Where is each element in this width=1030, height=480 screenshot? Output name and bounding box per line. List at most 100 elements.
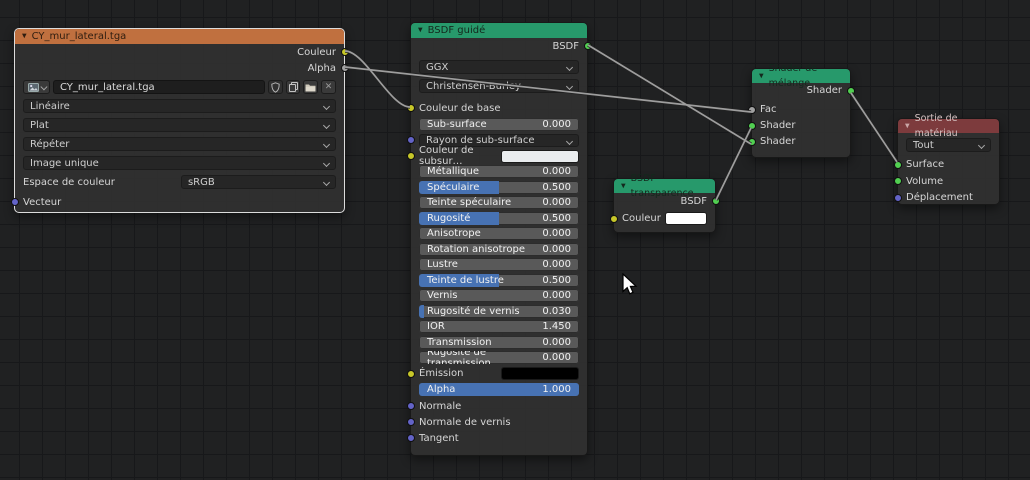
socket-input-volume[interactable] <box>894 177 902 185</box>
duplicate-image-button[interactable] <box>286 80 300 94</box>
slider-value: 0.000 <box>542 166 579 177</box>
socket-normal[interactable] <box>407 402 415 410</box>
node-editor-canvas[interactable]: ▼ CY_mur_lateral.tga Couleur Alpha CY_mu… <box>0 0 1030 480</box>
node-output-header[interactable]: ▼ Sortie de matériau <box>898 119 999 133</box>
subsurface-method-value: Christensen-Burley <box>426 81 521 92</box>
slider-label: Métallique <box>419 166 542 177</box>
interpolation-value: Linéaire <box>30 101 70 112</box>
colorspace-dropdown[interactable]: sRGB <box>181 175 336 189</box>
metallic-slider[interactable]: Métallique0.000 <box>419 165 579 178</box>
socket-input-surface[interactable] <box>894 161 902 169</box>
socket-subsurface-radius[interactable] <box>407 136 415 144</box>
slider-label: Vernis <box>419 290 542 301</box>
specular-slider[interactable]: Spéculaire0.500 <box>419 181 579 194</box>
socket-subsurface-color[interactable] <box>407 152 415 160</box>
socket-input-fac[interactable] <box>748 106 756 114</box>
output-row-bsdf: BSDF <box>622 193 707 209</box>
slider-label: Rugosité <box>419 213 542 224</box>
unlink-image-button[interactable]: ✕ <box>321 80 336 94</box>
subsurface-slider[interactable]: Sub-surface 0.000 <box>419 118 579 131</box>
image-browse-button[interactable] <box>23 80 50 94</box>
extension-value: Répéter <box>30 139 69 150</box>
projection-value: Plat <box>30 120 49 131</box>
interpolation-dropdown[interactable]: Linéaire <box>23 99 336 113</box>
socket-input-vecteur[interactable] <box>11 198 19 206</box>
output-row-bsdf: BSDF <box>419 38 579 54</box>
sheen-tint-slider[interactable]: Teinte de lustre0.500 <box>419 274 579 287</box>
clearcoat-normal-label: Normale de vernis <box>419 417 511 428</box>
output-row-alpha: Alpha <box>23 60 336 76</box>
socket-output-bsdf[interactable] <box>712 197 720 205</box>
emission-swatch[interactable] <box>501 367 579 380</box>
slider-label: Sub-surface <box>419 119 542 130</box>
projection-dropdown[interactable]: Plat <box>23 118 336 132</box>
slider-value: 0.500 <box>542 182 579 193</box>
colorspace-value: sRGB <box>188 177 215 188</box>
node-material-output[interactable]: ▼ Sortie de matériau Tout Surface Volume… <box>897 118 1000 205</box>
slider-value: 0.000 <box>542 228 579 239</box>
chevron-down-icon <box>323 103 330 110</box>
node-title: BSDF guidé <box>428 23 486 38</box>
socket-base-color[interactable] <box>407 104 415 112</box>
sheen-slider[interactable]: Lustre0.000 <box>419 258 579 271</box>
socket-input-displacement[interactable] <box>894 194 902 202</box>
input-row-vecteur: Vecteur <box>23 195 336 209</box>
node-mix-header[interactable]: ▼ Shader de mélange <box>752 69 850 83</box>
anisotropic-rotation-slider[interactable]: Rotation anisotrope0.000 <box>419 243 579 256</box>
tangent-label: Tangent <box>419 433 459 444</box>
ior-slider[interactable]: IOR1.450 <box>419 320 579 333</box>
fake-user-button[interactable] <box>268 80 283 94</box>
node-image-texture-header[interactable]: ▼ CY_mur_lateral.tga <box>15 29 344 44</box>
socket-output-bsdf[interactable] <box>584 42 592 50</box>
transmission-slider[interactable]: Transmission0.000 <box>419 336 579 349</box>
slider-label: Anisotrope <box>419 228 542 239</box>
socket-input-shader1[interactable] <box>748 122 756 130</box>
socket-output-alpha[interactable] <box>341 64 349 72</box>
source-dropdown[interactable]: Image unique <box>23 156 336 170</box>
image-name-field[interactable]: CY_mur_lateral.tga <box>53 80 265 94</box>
open-image-button[interactable] <box>303 80 318 94</box>
clearcoat-slider[interactable]: Vernis0.000 <box>419 289 579 302</box>
socket-output-shader[interactable] <box>847 87 855 95</box>
emission-label: Émission <box>419 368 501 379</box>
collapse-triangle-icon[interactable]: ▼ <box>905 118 910 133</box>
extension-dropdown[interactable]: Répéter <box>23 137 336 151</box>
collapse-triangle-icon[interactable]: ▼ <box>759 68 764 83</box>
socket-input-couleur[interactable] <box>610 215 618 223</box>
distribution-dropdown[interactable]: GGX <box>419 60 579 74</box>
input-row-tangent: Tangent <box>419 431 579 445</box>
collapse-triangle-icon[interactable]: ▼ <box>621 178 626 193</box>
slider-value: 1.450 <box>542 321 579 332</box>
socket-clearcoat-normal[interactable] <box>407 418 415 426</box>
node-transparent-bsdf[interactable]: ▼ BSDF transparence BSDF Couleur <box>613 178 716 233</box>
alpha-slider[interactable]: Alpha 1.000 <box>419 383 579 396</box>
output-label-couleur: Couleur <box>297 47 336 58</box>
socket-input-shader2[interactable] <box>748 138 756 146</box>
node-principled-header[interactable]: ▼ BSDF guidé <box>411 23 587 38</box>
transmission-roughness-slider[interactable]: Rugosité de transmission0.000 <box>419 351 579 364</box>
node-transparent-header[interactable]: ▼ BSDF transparence <box>614 179 715 193</box>
subsurface-method-dropdown[interactable]: Christensen-Burley <box>419 79 579 93</box>
roughness-slider[interactable]: Rugosité0.500 <box>419 212 579 225</box>
collapse-triangle-icon[interactable]: ▼ <box>22 29 27 44</box>
subsurface-color-swatch[interactable] <box>501 150 579 163</box>
node-image-texture[interactable]: ▼ CY_mur_lateral.tga Couleur Alpha CY_mu… <box>14 28 345 213</box>
node-mix-shader[interactable]: ▼ Shader de mélange Shader Fac Shader Sh… <box>751 68 851 158</box>
output-label-bsdf: BSDF <box>681 196 707 207</box>
clearcoat-roughness-slider[interactable]: Rugosité de vernis0.030 <box>419 305 579 318</box>
specular-tint-slider[interactable]: Teinte spéculaire0.000 <box>419 196 579 209</box>
input-row-clearcoat-normal: Normale de vernis <box>419 415 579 429</box>
node-principled-bsdf[interactable]: ▼ BSDF guidé BSDF GGX Christensen-Burley <box>410 22 588 456</box>
socket-tangent[interactable] <box>407 434 415 442</box>
socket-output-couleur[interactable] <box>341 48 349 56</box>
couleur-swatch[interactable] <box>665 212 707 225</box>
image-name-value: CY_mur_lateral.tga <box>60 82 155 93</box>
socket-emission[interactable] <box>407 370 415 378</box>
anisotropic-slider[interactable]: Anisotrope0.000 <box>419 227 579 240</box>
collapse-triangle-icon[interactable]: ▼ <box>418 23 423 38</box>
output-label-shader: Shader <box>807 85 842 96</box>
output-target-dropdown[interactable]: Tout <box>906 138 991 152</box>
input-row-couleur: Couleur <box>622 212 707 225</box>
slider-value: 0.000 <box>542 197 579 208</box>
input-row-normal: Normale <box>419 399 579 413</box>
